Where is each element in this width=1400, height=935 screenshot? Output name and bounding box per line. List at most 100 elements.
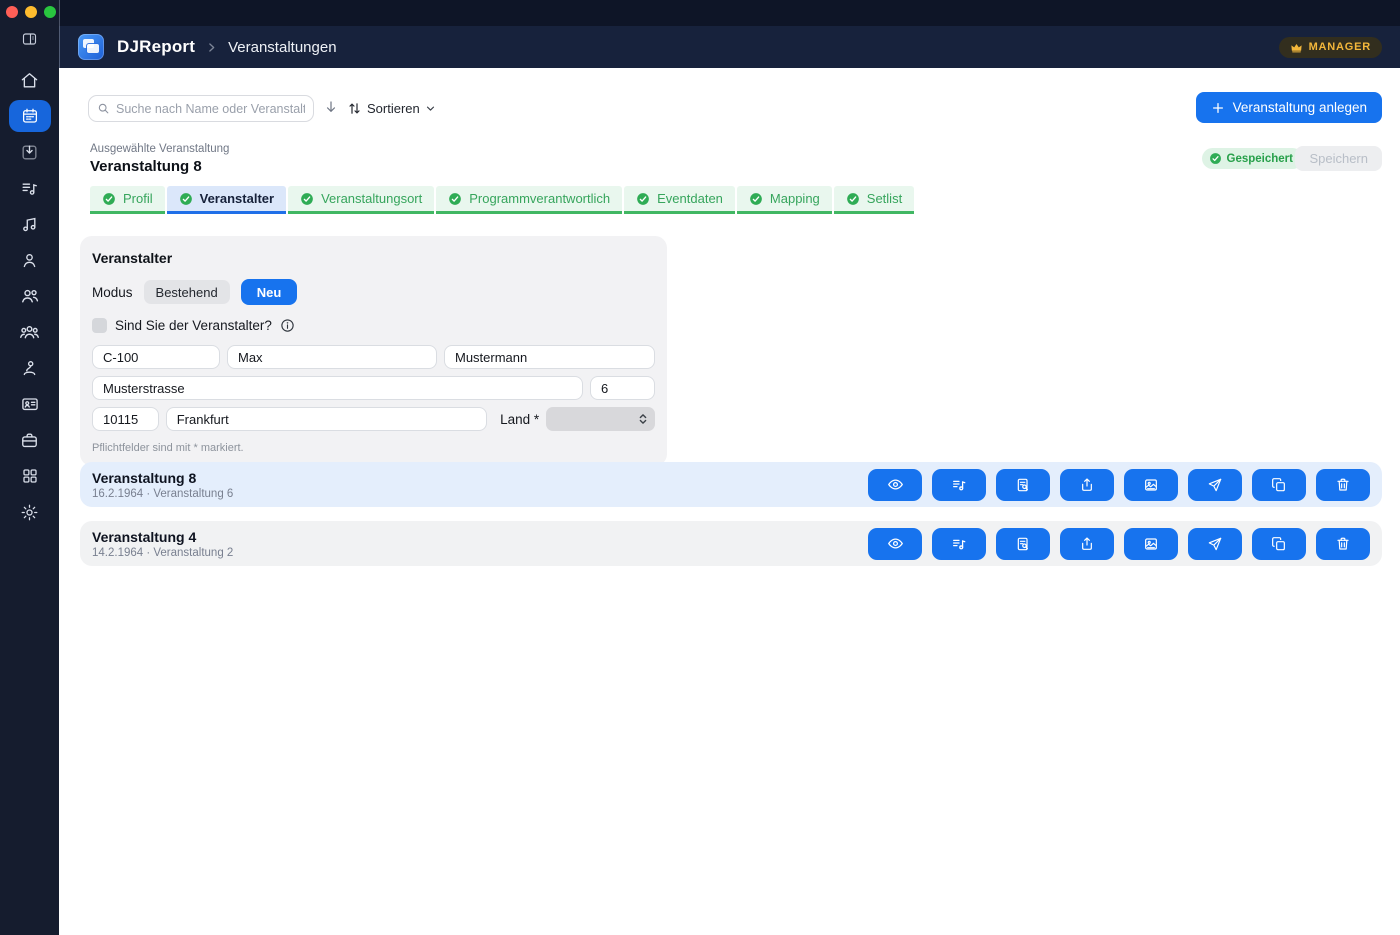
role-badge-label: MANAGER	[1309, 41, 1371, 53]
setlist-icon	[951, 477, 967, 493]
sidebar-item-groups[interactable]	[0, 314, 59, 350]
customer-number-input[interactable]	[92, 345, 220, 369]
save-button[interactable]: Speichern	[1295, 146, 1382, 171]
arrows-up-down-icon	[347, 101, 362, 116]
tab-eventdaten[interactable]: Eventdaten	[624, 186, 735, 214]
first-name-input[interactable]	[227, 345, 437, 369]
sidebar	[0, 0, 59, 935]
share-up-icon	[1079, 477, 1095, 493]
minimize-button[interactable]	[25, 6, 37, 18]
sidebar-item-music[interactable]	[0, 206, 59, 242]
selected-event-eyebrow: Ausgewählte Veranstaltung	[90, 143, 229, 155]
send-button[interactable]	[1188, 469, 1242, 501]
send-icon	[1207, 536, 1223, 552]
id-card-icon	[20, 394, 40, 414]
create-event-button[interactable]: Veranstaltung anlegen	[1196, 92, 1382, 123]
mode-neu-button[interactable]: Neu	[241, 279, 298, 305]
sidebar-nav	[0, 62, 59, 530]
badge-card-button[interactable]	[1124, 528, 1178, 560]
sidebar-item-memberships[interactable]	[0, 386, 59, 422]
event-row-veranstaltung-8[interactable]: Veranstaltung 8 16.2.1964 · Veranstaltun…	[80, 462, 1382, 507]
info-icon[interactable]	[280, 318, 295, 333]
sidebar-item-events[interactable]	[0, 98, 59, 134]
document-preview-button[interactable]	[996, 469, 1050, 501]
delete-button[interactable]	[1316, 469, 1370, 501]
sidebar-toggle-icon[interactable]	[0, 31, 59, 49]
city-input[interactable]	[166, 407, 487, 431]
zoom-button[interactable]	[44, 6, 56, 18]
share-up-icon	[1079, 536, 1095, 552]
self-organizer-checkbox[interactable]	[92, 318, 107, 333]
sidebar-item-contacts[interactable]	[0, 278, 59, 314]
view-button[interactable]	[868, 528, 922, 560]
mode-bestehend-button[interactable]: Bestehend	[144, 280, 230, 304]
check-circle-icon	[448, 192, 462, 206]
tab-veranstaltungsort[interactable]: Veranstaltungsort	[288, 186, 434, 214]
event-row-veranstaltung-4[interactable]: Veranstaltung 4 14.2.1964 · Veranstaltun…	[80, 521, 1382, 566]
last-name-input[interactable]	[444, 345, 655, 369]
gear-icon	[20, 503, 39, 522]
setlist-button[interactable]	[932, 469, 986, 501]
setlist-button[interactable]	[932, 528, 986, 560]
house-number-input[interactable]	[590, 376, 655, 400]
sort-label: Sortieren	[367, 101, 420, 116]
export-button[interactable]	[1060, 528, 1114, 560]
country-label: Land *	[500, 412, 539, 427]
delete-button[interactable]	[1316, 528, 1370, 560]
send-button[interactable]	[1188, 528, 1242, 560]
mode-label: Modus	[92, 285, 133, 300]
breadcrumb-chevron-icon	[205, 41, 218, 54]
tab-label: Profil	[123, 191, 153, 206]
tab-programmverantwortlich[interactable]: Programmverantwortlich	[436, 186, 622, 214]
tab-setlist[interactable]: Setlist	[834, 186, 914, 214]
image-card-icon	[1143, 536, 1159, 552]
document-search-icon	[1015, 536, 1031, 552]
app-window: DJReport Veranstaltungen MANAGER Sortier…	[0, 0, 1400, 935]
setlist-icon	[951, 536, 967, 552]
street-input[interactable]	[92, 376, 583, 400]
tab-mapping[interactable]: Mapping	[737, 186, 832, 214]
check-circle-icon	[1209, 152, 1222, 165]
inbox-download-icon	[20, 143, 39, 162]
country-select[interactable]	[546, 407, 655, 431]
sort-direction-icon[interactable]	[323, 99, 339, 120]
required-note: Pflichtfelder sind mit * markiert.	[92, 442, 655, 454]
document-search-icon	[1015, 477, 1031, 493]
main-content: Sortieren Veranstaltung anlegen Ausgewäh…	[59, 68, 1400, 935]
eye-icon	[887, 476, 904, 493]
tab-veranstalter[interactable]: Veranstalter	[167, 186, 286, 214]
export-button[interactable]	[1060, 469, 1114, 501]
tab-profil[interactable]: Profil	[90, 186, 165, 214]
tab-label: Veranstalter	[200, 191, 274, 206]
duplicate-button[interactable]	[1252, 528, 1306, 560]
search-input[interactable]	[88, 95, 314, 122]
app-header: DJReport Veranstaltungen MANAGER	[59, 26, 1400, 68]
sidebar-item-imports[interactable]	[0, 134, 59, 170]
sort-dropdown[interactable]: Sortieren	[347, 96, 436, 120]
briefcase-icon	[20, 431, 39, 450]
select-stepper-icon	[636, 411, 650, 427]
check-circle-icon	[179, 192, 193, 206]
close-button[interactable]	[6, 6, 18, 18]
event-subtitle: 16.2.1964 · Veranstaltung 6	[92, 488, 233, 500]
sidebar-item-business[interactable]	[0, 422, 59, 458]
sidebar-item-settings[interactable]	[0, 494, 59, 530]
sidebar-item-apps[interactable]	[0, 458, 59, 494]
user-icon	[20, 251, 39, 270]
tab-label: Eventdaten	[657, 191, 723, 206]
check-circle-icon	[300, 192, 314, 206]
zip-input[interactable]	[92, 407, 159, 431]
tab-label: Programmverantwortlich	[469, 191, 610, 206]
chevron-down-icon	[425, 103, 436, 114]
sidebar-item-setlists[interactable]	[0, 170, 59, 206]
view-button[interactable]	[868, 469, 922, 501]
badge-card-button[interactable]	[1124, 469, 1178, 501]
document-preview-button[interactable]	[996, 528, 1050, 560]
home-icon	[20, 71, 39, 90]
event-subtitle: 14.2.1964 · Veranstaltung 2	[92, 547, 233, 559]
sidebar-item-profile[interactable]	[0, 242, 59, 278]
sidebar-item-home[interactable]	[0, 62, 59, 98]
sidebar-item-equipment[interactable]	[0, 350, 59, 386]
duplicate-button[interactable]	[1252, 469, 1306, 501]
event-title: Veranstaltung 8	[92, 470, 233, 486]
